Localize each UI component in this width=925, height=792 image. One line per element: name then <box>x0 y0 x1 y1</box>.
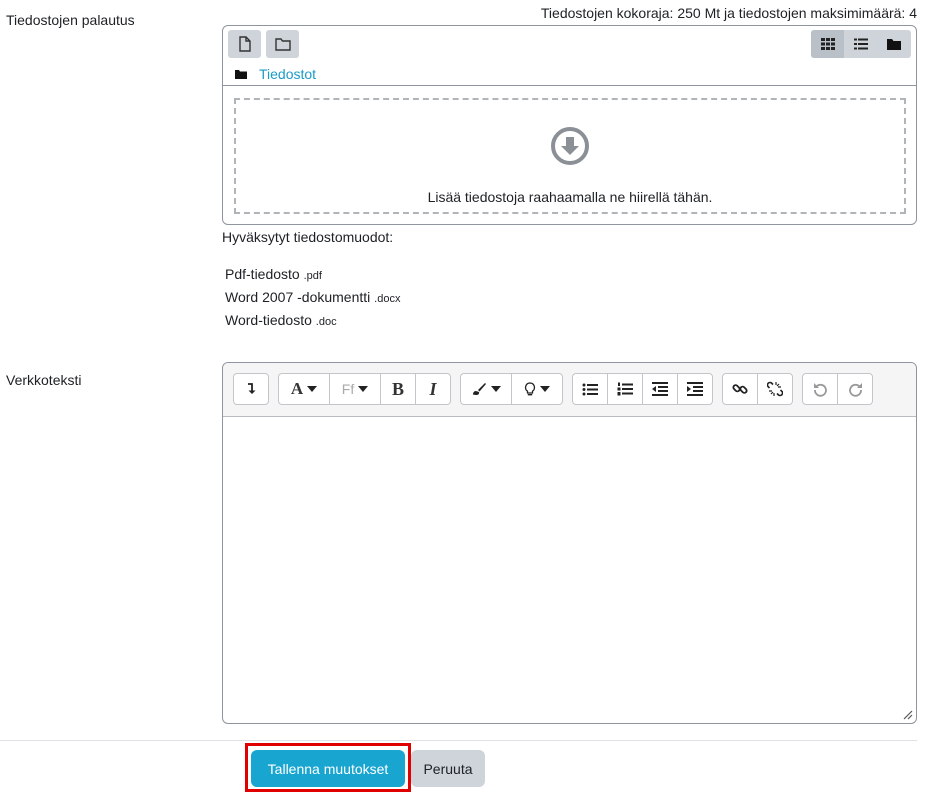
add-file-button[interactable] <box>228 30 261 58</box>
bold-glyph: B <box>391 378 404 399</box>
caret-down-icon <box>540 386 550 392</box>
form-divider <box>0 740 917 741</box>
editor-content-area[interactable] <box>223 418 916 723</box>
path-link-files[interactable]: Tiedostot <box>259 66 316 82</box>
accepted-filetypes-title: Hyväksytyt tiedostomuodot: <box>222 229 394 245</box>
unlink-icon <box>767 381 783 397</box>
text-color-button[interactable] <box>461 374 512 404</box>
onlinetext-label: Verkkoteksti <box>6 372 82 388</box>
outdent-icon <box>652 382 668 396</box>
download-arrow-icon <box>551 127 589 165</box>
list-view-icon <box>853 38 868 50</box>
file-limits-text: Tiedostojen kokoraja: 250 Mt ja tiedosto… <box>540 5 917 21</box>
caret-down-icon <box>358 386 369 392</box>
unlink-button[interactable] <box>758 374 792 404</box>
filetype-ext: .docx <box>374 293 401 305</box>
filetype-name: Pdf-tiedosto <box>225 266 300 282</box>
tree-view-icon <box>887 39 902 50</box>
resize-handle-icon[interactable] <box>901 708 913 720</box>
unordered-list-button[interactable] <box>573 374 608 404</box>
undo-button[interactable] <box>803 374 838 404</box>
link-button[interactable] <box>723 374 758 404</box>
undo-icon <box>813 382 827 397</box>
submission-label: Tiedostojen palautus <box>6 12 135 28</box>
create-folder-icon <box>274 38 291 51</box>
unordered-list-icon <box>582 383 598 395</box>
icon-view-button[interactable] <box>811 30 845 58</box>
filetype-ext: .doc <box>315 316 337 328</box>
font-size-button[interactable]: Ff <box>330 374 381 404</box>
redo-icon <box>848 382 862 397</box>
toolbar-group-expand <box>233 373 269 405</box>
toolbar-group-links <box>722 373 793 405</box>
indent-icon <box>687 382 703 396</box>
save-button[interactable]: Tallenna muutokset <box>251 750 405 787</box>
italic-button[interactable]: I <box>416 374 450 404</box>
file-dropzone[interactable]: Lisää tiedostoja raahaamalla ne hiirellä… <box>234 98 906 214</box>
text-editor: A Ff B I <box>222 362 917 724</box>
view-mode-group <box>811 30 911 58</box>
toolbar-group-history <box>802 373 873 405</box>
filetype-item: Word 2007 -dokumentti .docx <box>225 289 400 305</box>
filetype-name: Word-tiedosto <box>225 312 312 328</box>
editor-toolbar: A Ff B I <box>223 363 916 417</box>
font-family-button[interactable]: A <box>279 374 330 404</box>
tree-view-button[interactable] <box>878 30 911 58</box>
filetype-item: Pdf-tiedosto .pdf <box>225 266 322 282</box>
add-file-icon <box>238 36 251 52</box>
toolbar-group-style <box>460 373 563 405</box>
icon-view-icon <box>820 38 835 50</box>
dropzone-text: Lisää tiedostoja raahaamalla ne hiirellä… <box>427 189 713 205</box>
file-picker-toolbar: Tiedostot <box>223 26 916 86</box>
bold-button[interactable]: B <box>381 374 416 404</box>
redo-button[interactable] <box>838 374 872 404</box>
styles-button[interactable] <box>512 374 562 404</box>
list-view-button[interactable] <box>844 30 877 58</box>
expand-toolbar-button[interactable] <box>234 374 268 404</box>
link-icon <box>732 384 748 394</box>
lightbulb-icon <box>524 381 536 395</box>
toolbar-group-lists <box>572 373 713 405</box>
ordered-list-icon <box>617 382 633 396</box>
filetype-name: Word 2007 -dokumentti <box>225 289 371 305</box>
caret-down-icon <box>307 386 318 392</box>
expand-toolbar-icon <box>248 383 256 394</box>
filetype-item: Word-tiedosto .doc <box>225 312 337 328</box>
paintbrush-icon <box>472 383 486 395</box>
toolbar-group-font: A Ff B I <box>278 373 451 405</box>
folder-icon <box>235 70 247 79</box>
file-picker: Tiedostot Lisää tiedostoja raahaamalla n… <box>222 25 917 225</box>
create-folder-button[interactable] <box>266 30 299 58</box>
cancel-button[interactable]: Peruuta <box>411 750 485 787</box>
font-family-glyph: A <box>290 379 304 398</box>
indent-button[interactable] <box>678 374 712 404</box>
ordered-list-button[interactable] <box>608 374 643 404</box>
outdent-button[interactable] <box>643 374 678 404</box>
file-path-breadcrumb: Tiedostot <box>235 66 316 82</box>
filetype-ext: .pdf <box>303 270 322 282</box>
font-size-glyph: Ff <box>341 381 355 397</box>
caret-down-icon <box>491 386 501 392</box>
italic-glyph: I <box>429 378 437 399</box>
